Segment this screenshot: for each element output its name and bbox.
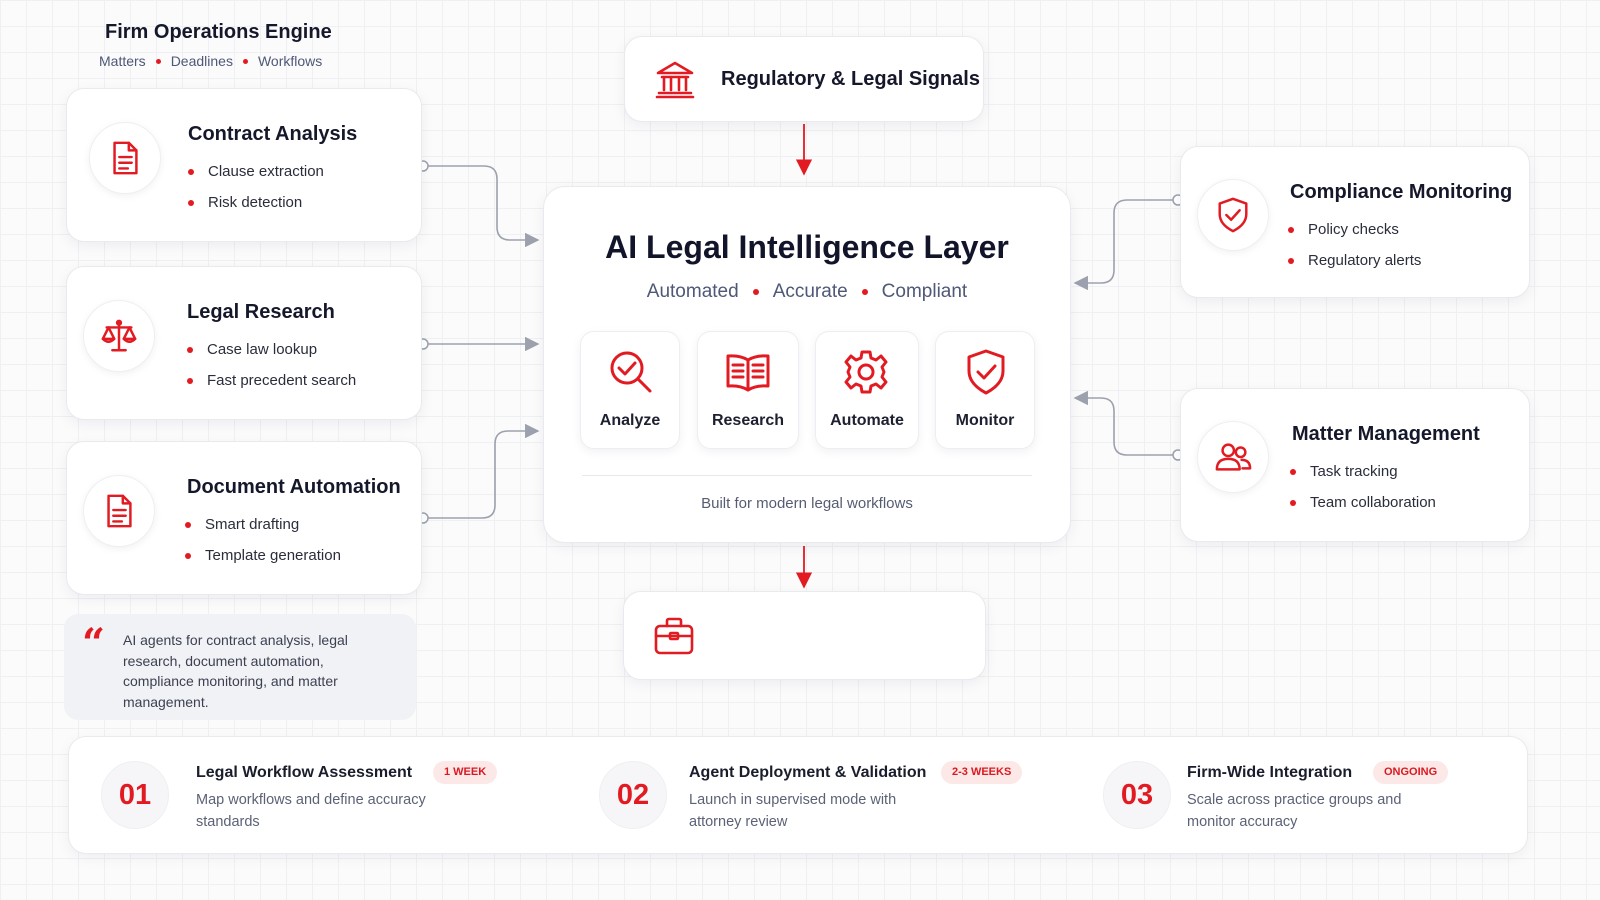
document-icon	[113, 141, 138, 175]
connector-automation	[423, 423, 540, 519]
list-item: Case law lookup	[187, 334, 356, 365]
list-item: Template generation	[185, 540, 341, 571]
connector-matter	[1073, 390, 1178, 456]
book-icon	[726, 354, 770, 392]
compliance-icon-circle	[1197, 179, 1269, 251]
tag-matters: Matters	[99, 53, 146, 69]
firm-operations-tags: Matters Deadlines Workflows	[99, 53, 322, 69]
shield-check-icon	[1218, 197, 1248, 233]
step-number: 01	[101, 761, 169, 829]
magnify-check-icon	[610, 351, 652, 393]
firm-operations-card	[623, 591, 986, 680]
quote-box: “ AI agents for contract analysis, legal…	[64, 614, 416, 720]
matter-management-bullets: Task tracking Team collaboration	[1290, 456, 1436, 518]
list-item: Policy checks	[1288, 214, 1421, 245]
list-item: Regulatory alerts	[1288, 245, 1421, 276]
legal-research-card: Legal Research Case law lookup Fast prec…	[66, 266, 422, 420]
shield-check-icon	[967, 349, 1005, 395]
tag-separator	[861, 289, 868, 295]
contract-analysis-card: Contract Analysis Clause extraction Risk…	[66, 88, 422, 242]
center-footer: Built for modern legal workflows	[701, 495, 913, 512]
matter-management-card: Matter Management Task tracking Team col…	[1180, 388, 1530, 542]
briefcase-icon	[652, 614, 696, 663]
list-item: Clause extraction	[188, 156, 324, 187]
step-number: 03	[1103, 761, 1171, 829]
automation-icon-circle	[83, 475, 155, 547]
connector-compliance	[1073, 199, 1178, 291]
capability-automate[interactable]: Automate	[815, 331, 919, 449]
tag-deadlines: Deadlines	[170, 53, 233, 69]
compliance-monitoring-card: Compliance Monitoring Policy checks Regu…	[1180, 146, 1530, 298]
center-divider	[582, 475, 1032, 476]
step-number: 02	[599, 761, 667, 829]
capability-research[interactable]: Research	[697, 331, 799, 449]
contract-analysis-title: Contract Analysis	[188, 123, 358, 145]
capability-label: Monitor	[955, 412, 1015, 429]
capability-label: Automate	[830, 412, 904, 429]
compliance-monitoring-title: Compliance Monitoring	[1290, 181, 1513, 203]
list-item: Fast precedent search	[187, 365, 356, 396]
center-title: AI Legal Intelligence Layer	[605, 229, 1009, 265]
document-automation-bullets: Smart drafting Template generation	[185, 509, 341, 571]
quote-mark-icon: “	[82, 620, 106, 667]
tag-automated: Automated	[646, 281, 739, 302]
scales-icon	[101, 319, 137, 352]
step-description: Launch in supervised mode with attorney …	[689, 792, 897, 830]
tag-separator	[242, 58, 248, 64]
list-item: Task tracking	[1290, 456, 1436, 487]
list-item: Team collaboration	[1290, 487, 1436, 518]
research-icon-circle	[83, 300, 155, 372]
gear-icon	[844, 350, 888, 394]
compliance-monitoring-bullets: Policy checks Regulatory alerts	[1288, 214, 1421, 276]
matter-management-title: Matter Management	[1292, 423, 1480, 445]
step-title: Agent Deployment & Validation	[689, 764, 927, 781]
ai-legal-intelligence-card: AI Legal Intelligence Layer Automated Ac…	[543, 186, 1071, 543]
signals-title: Regulatory & Legal Signals	[721, 68, 980, 90]
tag-workflows: Workflows	[257, 53, 323, 69]
step-description: Map workflows and define accuracy standa…	[196, 792, 426, 830]
quote-text: AI agents for contract analysis, legal r…	[123, 632, 348, 710]
capability-label: Analyze	[599, 412, 661, 429]
connector-contract	[423, 165, 540, 248]
step-title: Firm-Wide Integration	[1187, 764, 1353, 781]
contract-analysis-bullets: Clause extraction Risk detection	[188, 156, 324, 218]
matter-icon-circle	[1197, 421, 1269, 493]
capability-analyze[interactable]: Analyze	[580, 331, 680, 449]
step-badge: ONGOING	[1373, 761, 1449, 784]
document-icon	[107, 494, 132, 528]
capability-label: Research	[711, 412, 785, 429]
capability-monitor[interactable]: Monitor	[935, 331, 1035, 449]
step-badge: 1 WEEK	[433, 761, 498, 784]
legal-research-bullets: Case law lookup Fast precedent search	[187, 334, 356, 396]
implementation-timeline: 01 Legal Workflow Assessment 1 WEEK Map …	[68, 736, 1528, 854]
tag-accurate: Accurate	[772, 281, 848, 302]
tag-separator	[752, 289, 759, 295]
users-icon	[1215, 443, 1252, 471]
document-automation-card: Document Automation Smart drafting Templ…	[66, 441, 422, 595]
firm-operations-title: Firm Operations Engine	[105, 21, 332, 43]
step-badge: 2-3 WEEKS	[941, 761, 1023, 784]
tag-separator	[155, 58, 161, 64]
contract-icon-circle	[89, 122, 161, 194]
list-item: Risk detection	[188, 187, 324, 218]
tag-compliant: Compliant	[881, 281, 968, 302]
step-description: Scale across practice groups and monitor…	[1187, 792, 1402, 830]
legal-research-title: Legal Research	[187, 301, 335, 323]
signals-card: Regulatory & Legal Signals	[624, 36, 984, 122]
bank-icon	[653, 58, 697, 107]
document-automation-title: Document Automation	[187, 476, 401, 498]
center-tags: Automated Accurate Compliant	[544, 281, 1070, 303]
step-title: Legal Workflow Assessment	[196, 764, 413, 781]
list-item: Smart drafting	[185, 509, 341, 540]
